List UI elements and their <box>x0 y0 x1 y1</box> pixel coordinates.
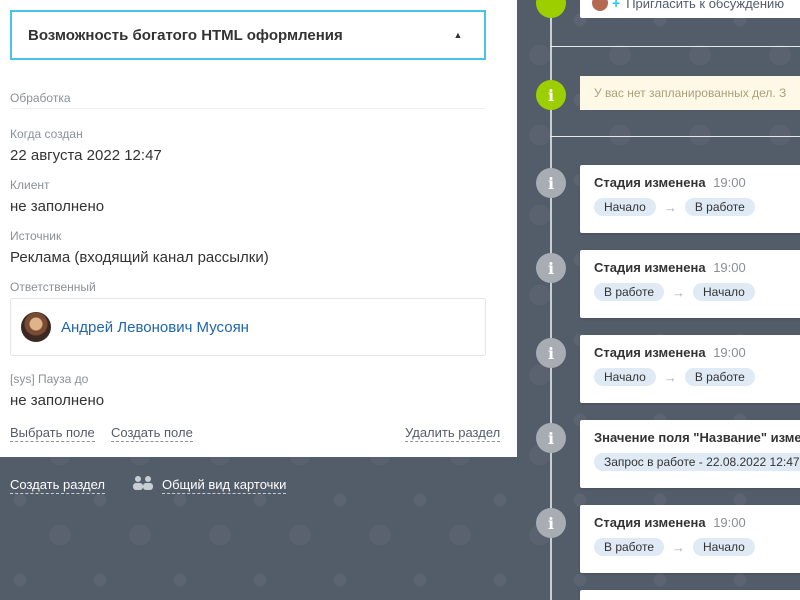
timeline-event[interactable] <box>580 590 800 600</box>
responsible-name-link[interactable]: Андрей Левонович Мусоян <box>61 319 249 336</box>
timeline-event[interactable]: Стадия изменена 19:00 Начало → В работе <box>580 335 800 403</box>
field-value[interactable]: Реклама (входящий канал рассылки) <box>10 247 500 269</box>
timeline-event[interactable]: Значение поля "Название" изме Запрос в р… <box>580 420 800 488</box>
avatar[interactable] <box>21 312 51 342</box>
no-plans-notice: У вас нет запланированных дел. З <box>580 76 800 110</box>
stage-to-pill: Начало <box>693 283 755 301</box>
entity-card: Возможность богатого HTML оформления ▲ О… <box>0 0 517 457</box>
event-title: Стадия изменена 19:00 <box>594 345 746 360</box>
field-client: Клиент не заполнено <box>10 177 500 218</box>
field-label: [sys] Пауза до <box>10 372 89 386</box>
arrow-right-icon: → <box>672 539 686 555</box>
stage-from-pill: В работе <box>594 283 665 301</box>
event-title: Стадия изменена 19:00 <box>594 175 746 190</box>
stage-from-pill: Начало <box>594 198 656 216</box>
event-title: Стадия изменена 19:00 <box>594 515 746 530</box>
avatar <box>592 0 608 11</box>
arrow-right-icon: → <box>672 284 686 300</box>
event-title: Значение поля "Название" изме <box>594 430 800 445</box>
common-view-link[interactable]: Общий вид карточки <box>162 477 287 494</box>
divider <box>550 136 800 137</box>
delete-section-link[interactable]: Удалить раздел <box>405 425 501 442</box>
select-field-link[interactable]: Выбрать поле <box>10 425 95 442</box>
event-time: 19:00 <box>713 345 746 360</box>
subsection-title: Обработка <box>10 91 486 109</box>
caret-up-icon[interactable]: ▲ <box>448 30 468 40</box>
field-source: Источник Реклама (входящий канал рассылк… <box>10 228 500 269</box>
stage-to-pill: В работе <box>684 368 755 386</box>
section-header[interactable]: Возможность богатого HTML оформления ▲ <box>10 10 486 60</box>
info-icon: i <box>536 80 566 110</box>
event-time: 19:00 <box>713 515 746 530</box>
people-icon <box>133 476 153 490</box>
info-icon: i <box>536 253 566 283</box>
chat-icon <box>536 0 566 18</box>
responsible-box: Андрей Левонович Мусоян <box>10 298 486 356</box>
stage-from-pill: Начало <box>594 368 656 386</box>
field-responsible-label: Ответственный <box>10 279 500 295</box>
field-label: Ответственный <box>10 280 96 294</box>
invite-text: Пригласить к обсуждению <box>626 0 785 11</box>
info-icon: i <box>536 423 566 453</box>
field-pause: [sys] Пауза до не заполнено <box>10 371 500 412</box>
timeline-event[interactable]: Стадия изменена 19:00 В работе → Начало <box>580 250 800 318</box>
stage-to-pill: Начало <box>693 538 755 556</box>
field-value[interactable]: не заполнено <box>10 196 500 218</box>
event-time: 19:00 <box>713 175 746 190</box>
create-section-link[interactable]: Создать раздел <box>10 477 105 494</box>
stage-from-pill: В работе <box>594 538 665 556</box>
arrow-right-icon: → <box>663 199 677 215</box>
timeline-event[interactable]: Стадия изменена 19:00 В работе → Начало <box>580 505 800 573</box>
event-time: 19:00 <box>713 260 746 275</box>
info-icon: i <box>536 338 566 368</box>
info-icon: i <box>536 508 566 538</box>
field-value: 22 августа 2022 12:47 <box>10 147 162 164</box>
info-icon: i <box>536 168 566 198</box>
plus-icon[interactable]: + <box>612 0 620 11</box>
invite-card[interactable]: + Пригласить к обсуждению <box>580 0 800 18</box>
create-field-link[interactable]: Создать поле <box>111 425 193 442</box>
field-value-pill: Запрос в работе - 22.08.2022 12:47 <box>594 453 800 471</box>
event-title: Стадия изменена 19:00 <box>594 260 746 275</box>
field-label: Клиент <box>10 178 50 192</box>
timeline-event[interactable]: Стадия изменена 19:00 Начало → В работе <box>580 165 800 233</box>
field-created: Когда создан 22 августа 2022 12:47 <box>10 126 500 167</box>
stage-to-pill: В работе <box>684 198 755 216</box>
section-title: Возможность богатого HTML оформления <box>28 26 343 44</box>
arrow-right-icon: → <box>663 369 677 385</box>
field-value[interactable]: не заполнено <box>10 390 500 412</box>
field-label: Источник <box>10 229 62 243</box>
divider <box>550 46 800 47</box>
field-label: Когда создан <box>10 127 83 141</box>
